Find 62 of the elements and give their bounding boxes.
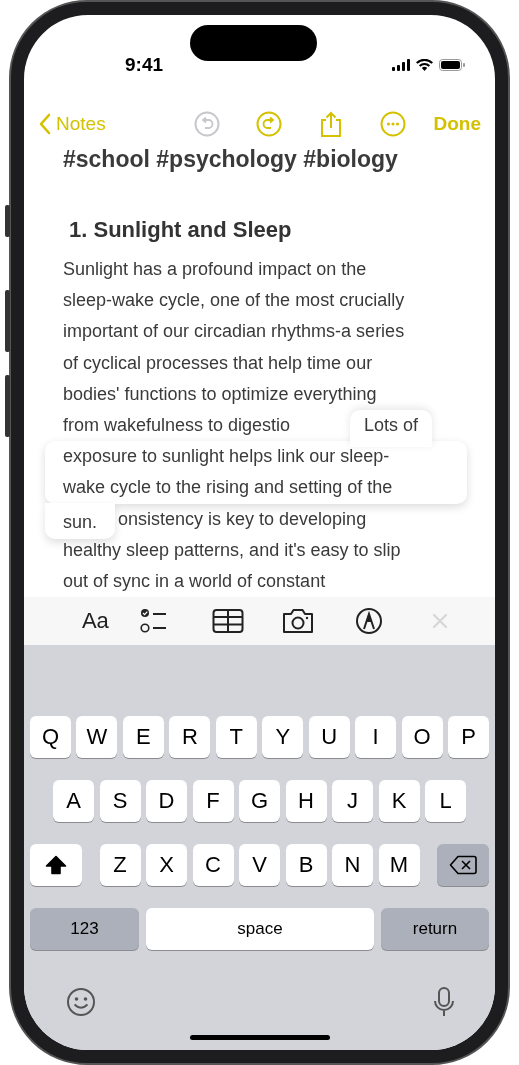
keyboard-key[interactable]: A: [53, 780, 94, 822]
keyboard-key[interactable]: M: [378, 844, 420, 886]
more-icon: [379, 111, 406, 137]
clock-time: 9:41: [124, 53, 164, 77]
note-text-line: healthy sleep patterns, and it's easy to slip: [63, 538, 401, 562]
delete-icon: [449, 855, 477, 875]
keyboard-key[interactable]: C: [192, 844, 234, 886]
keyboard-key[interactable]: U: [308, 716, 350, 758]
keyboard-key[interactable]: L: [425, 780, 466, 822]
keyboard-key[interactable]: Y: [262, 716, 304, 758]
note-text-line: from wakefulness to digestio: [63, 414, 291, 437]
battery-icon: [439, 59, 465, 71]
keyboard-key[interactable]: G: [239, 780, 280, 822]
return-key[interactable]: return: [381, 908, 489, 950]
redo-icon: [255, 111, 282, 137]
shift-arrow-icon: [45, 855, 67, 875]
undo-icon: [193, 111, 220, 137]
keyboard-key[interactable]: N: [332, 844, 373, 886]
delete-key[interactable]: [437, 844, 489, 886]
keyboard-key[interactable]: F: [192, 780, 234, 822]
keyboard-key[interactable]: E: [122, 716, 164, 758]
chevron-left-icon: [38, 113, 52, 135]
keyboard-key[interactable]: H: [285, 780, 327, 822]
shift-key[interactable]: [30, 844, 82, 886]
space-key[interactable]: space: [146, 908, 374, 950]
microphone-icon: [433, 986, 455, 1018]
signal-icon: [392, 59, 410, 71]
pen-tip-icon: [355, 607, 384, 635]
keyboard-key[interactable]: P: [448, 716, 489, 758]
close-icon: [430, 612, 449, 630]
note-text-line: out of sync in a world of constant: [63, 570, 326, 594]
camera-icon: [281, 607, 316, 635]
tag-line: #school #psychology #biology: [63, 145, 399, 174]
keyboard-key[interactable]: I: [355, 716, 397, 758]
note-text-line: bodies' functions to optimize everything: [63, 382, 377, 406]
note-text-line: Sunlight has a profound impact on the: [63, 258, 367, 281]
keyboard-key[interactable]: Z: [99, 844, 141, 886]
text-style-button[interactable]: Aa: [69, 601, 122, 641]
keyboard-key[interactable]: K: [378, 780, 420, 822]
keyboard-key[interactable]: Q: [30, 716, 71, 758]
keyboard-key[interactable]: T: [215, 716, 257, 758]
note-text-line: important of our circadian rhythms-a series: [63, 320, 405, 344]
smiley-icon: [66, 987, 96, 1017]
wifi-icon: [416, 59, 433, 71]
lifted-text-line: wake cycle to the rising and setting of the: [63, 476, 393, 500]
lifted-text-line: exposure to sunlight helps link our sleep-: [63, 445, 390, 469]
keyboard-key[interactable]: S: [99, 780, 141, 822]
table-icon: [211, 608, 244, 634]
keyboard-key[interactable]: R: [169, 716, 211, 758]
keyboard-key[interactable]: X: [146, 844, 187, 886]
note-heading: 1. Sunlight and Sleep: [69, 216, 293, 244]
keyboard-key[interactable]: W: [76, 716, 118, 758]
numbers-key[interactable]: 123: [30, 908, 139, 950]
keyboard-key[interactable]: B: [285, 844, 327, 886]
note-text-line: of cyclical processes that help time our: [63, 351, 373, 375]
keyboard-key[interactable]: O: [401, 716, 443, 758]
note-text-line: onsistency is key to developing: [118, 507, 367, 531]
keyboard-key[interactable]: J: [332, 780, 373, 822]
note-text-line: sleep-wake cycle, one of the most crucially: [63, 289, 405, 313]
lifted-text-line[interactable]: Lots of: [349, 410, 432, 448]
keyboard-key[interactable]: V: [239, 844, 280, 886]
keyboard-key[interactable]: D: [146, 780, 187, 822]
